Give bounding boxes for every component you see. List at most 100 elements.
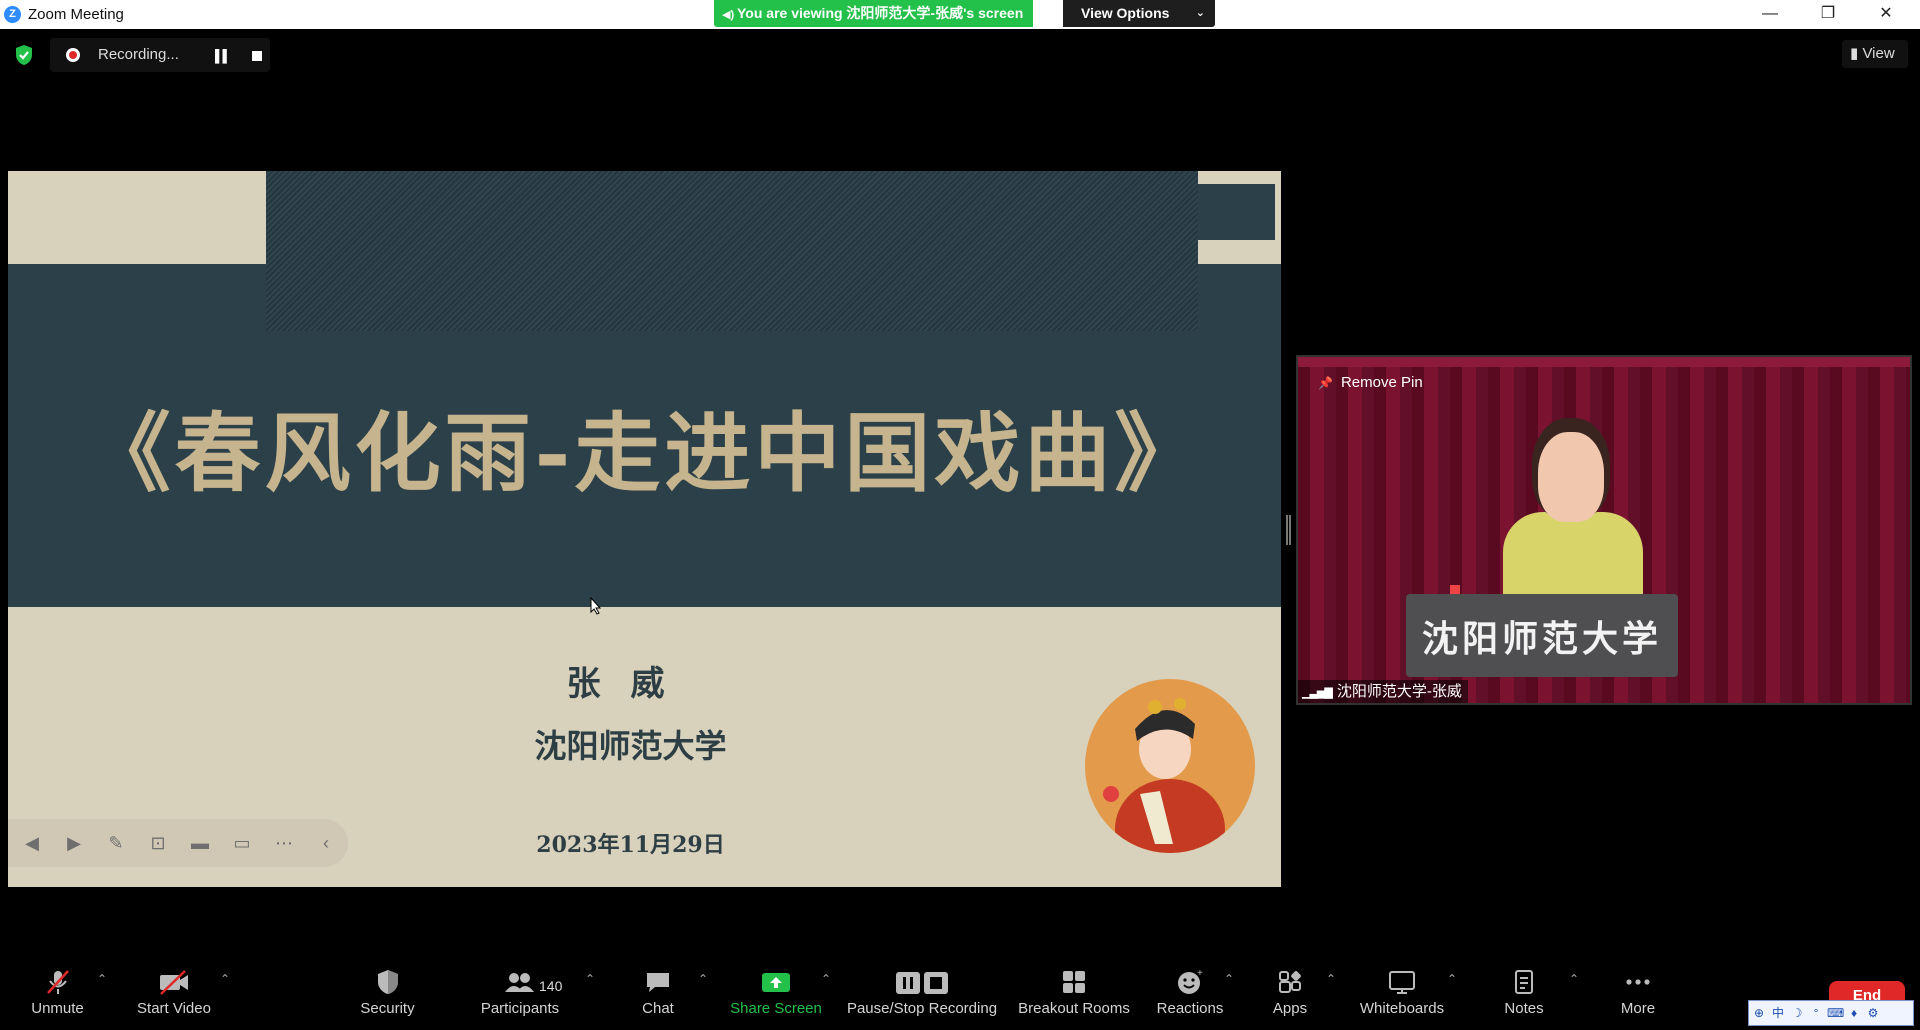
zoom-slide-icon[interactable]: ⊡	[146, 831, 170, 855]
breakout-rooms-button[interactable]: Breakout Rooms	[1012, 960, 1136, 1030]
caret-up-icon: ⌃	[585, 972, 596, 986]
close-button[interactable]: ✕	[1866, 2, 1906, 26]
whiteboard-icon	[1352, 960, 1452, 1000]
apps-icon	[1260, 960, 1320, 1000]
whiteboards-options-caret[interactable]: ⌃	[1438, 960, 1457, 1030]
slide-title: 《春风化雨-走进中国戏曲》	[84, 403, 1205, 504]
notes-options-caret[interactable]: ⌃	[1560, 960, 1580, 1030]
participant-name-tag: ▁▃▅▇ 沈阳师范大学-张威	[1298, 680, 1468, 703]
unmute-button[interactable]: Unmute	[20, 960, 95, 1030]
caret-up-icon: ⌃	[1569, 972, 1580, 986]
collapse-icon[interactable]: ‹	[314, 831, 338, 855]
participants-button[interactable]: 140 Participants	[470, 960, 570, 1030]
participant-count: 140	[539, 978, 563, 994]
apps-label: Apps	[1272, 1000, 1308, 1017]
slide-university: 沈阳师范大学	[534, 727, 727, 765]
zoom-logo-icon: Z	[4, 6, 21, 23]
shield-icon	[350, 960, 425, 1000]
share-options-caret[interactable]: ⌃	[812, 960, 832, 1030]
pinned-video-tile[interactable]: 📌 Remove Pin 沈阳师范大学 ▁▃▅▇ 沈阳师范大学-张威	[1296, 355, 1912, 705]
caret-up-icon: ⌃	[1326, 972, 1337, 986]
apps-button[interactable]: Apps	[1260, 960, 1320, 1030]
pause-recording-icon[interactable]: ▌▌	[215, 49, 231, 63]
notes-label: Notes	[1504, 1000, 1544, 1017]
pen-icon[interactable]: ✎	[104, 831, 128, 855]
ime-punctuation-icon[interactable]: °	[1808, 1005, 1824, 1021]
ellipsis-icon	[1608, 960, 1668, 1000]
start-video-label: Start Video	[137, 1000, 211, 1017]
breakout-rooms-label: Breakout Rooms	[1018, 1000, 1130, 1017]
whiteboards-label: Whiteboards	[1359, 1000, 1445, 1017]
whiteboards-button[interactable]: Whiteboards	[1352, 960, 1452, 1030]
signal-bars-icon: ▁▃▅▇	[1302, 687, 1333, 699]
participants-options-caret[interactable]: ⌃	[576, 960, 596, 1030]
remove-pin-button[interactable]: 📌 Remove Pin	[1318, 374, 1423, 391]
unmute-label: Unmute	[31, 1000, 84, 1017]
speaker-icon: ◀)	[722, 9, 735, 21]
ime-moon-icon[interactable]: ☽	[1789, 1005, 1805, 1021]
ime-settings-icon[interactable]: ⚙	[1865, 1005, 1881, 1021]
podium-text: 沈阳师范大学	[1421, 618, 1662, 660]
speaker-body	[1503, 512, 1643, 602]
ime-keyboard-icon[interactable]: ⌨	[1827, 1005, 1844, 1021]
notes-icon	[1495, 960, 1553, 1000]
more-label: More	[1620, 1000, 1656, 1017]
previous-slide-icon[interactable]: ◀	[20, 831, 44, 855]
shared-screen: 《春风化雨-走进中国戏曲》 张威 沈阳师范大学 2023年11月29日 ◀ ▶ …	[8, 171, 1281, 887]
ime-chinese-mode-icon[interactable]: 中	[1770, 1005, 1786, 1021]
pause-stop-recording-label: Pause/Stop Recording	[846, 1000, 998, 1017]
more-options-icon[interactable]: ⋯	[272, 831, 296, 855]
reactions-options-caret[interactable]: ⌃	[1215, 960, 1235, 1030]
security-button[interactable]: Security	[350, 960, 425, 1030]
view-options-button[interactable]: View Options ⌄	[1063, 0, 1215, 27]
chevron-down-icon: ⌄	[1195, 7, 1205, 19]
slide-controls: ◀ ▶ ✎ ⊡ ▬ ▭ ⋯ ‹	[8, 819, 348, 867]
camera-icon[interactable]: ▬	[188, 831, 212, 855]
notes-button[interactable]: Notes	[1495, 960, 1553, 1030]
people-icon: 140	[470, 960, 570, 1000]
chat-options-caret[interactable]: ⌃	[689, 960, 708, 1030]
recording-indicator: Recording... ▌▌	[50, 38, 270, 72]
caret-up-icon: ⌃	[821, 972, 832, 986]
speaker-head	[1538, 432, 1604, 522]
stop-recording-icon[interactable]	[252, 51, 262, 61]
pause-stop-recording-button[interactable]: Pause/Stop Recording	[842, 960, 1002, 1030]
recording-dot-icon	[66, 48, 80, 62]
ime-logo-icon[interactable]: ⊕	[1751, 1005, 1767, 1021]
subtitles-icon[interactable]: ▭	[230, 831, 254, 855]
recording-label: Recording...	[98, 46, 179, 63]
svg-text:+: +	[1197, 968, 1203, 979]
ime-toolbar[interactable]: ⊕ 中 ☽ ° ⌨ ♦ ⚙	[1748, 1000, 1914, 1026]
mouse-cursor-icon	[590, 597, 602, 615]
chat-button[interactable]: Chat	[628, 960, 688, 1030]
view-button[interactable]: ▮ View	[1842, 40, 1908, 68]
caret-up-icon: ⌃	[1224, 972, 1235, 986]
viewing-banner-text: You are viewing 沈阳师范大学-张威's screen	[737, 5, 1024, 21]
next-slide-icon[interactable]: ▶	[62, 831, 86, 855]
slide-presenter-name: 张威	[566, 664, 695, 704]
slide-decor-top-left	[8, 171, 266, 264]
viewing-banner: ◀) You are viewing 沈阳师范大学-张威's screen	[714, 0, 1034, 27]
audio-options-caret[interactable]: ⌃	[88, 960, 108, 1030]
more-button[interactable]: More	[1608, 960, 1668, 1030]
apps-options-caret[interactable]: ⌃	[1317, 960, 1337, 1030]
maximize-button[interactable]: ❐	[1808, 2, 1848, 26]
split-divider-handle[interactable]	[1286, 515, 1291, 545]
minimize-button[interactable]: —	[1750, 2, 1790, 26]
start-video-button[interactable]: Start Video	[130, 960, 218, 1030]
shield-check-icon[interactable]	[14, 44, 34, 66]
chat-label: Chat	[642, 1000, 674, 1017]
video-options-caret[interactable]: ⌃	[211, 960, 231, 1030]
grid-icon	[1012, 960, 1136, 1000]
window-title: Zoom Meeting	[28, 6, 124, 23]
remove-pin-label: Remove Pin	[1340, 374, 1423, 391]
share-screen-button[interactable]: Share Screen	[726, 960, 826, 1030]
security-label: Security	[360, 1000, 415, 1017]
caret-up-icon: ⌃	[97, 972, 108, 986]
chat-bubble-icon	[628, 960, 688, 1000]
share-screen-label: Share Screen	[730, 1000, 822, 1017]
title-bar: Z Zoom Meeting ◀) You are viewing 沈阳师范大学-…	[0, 0, 1920, 29]
caret-up-icon: ⌃	[220, 972, 231, 986]
ime-mic-icon[interactable]: ♦	[1846, 1005, 1862, 1021]
mic-muted-icon	[20, 960, 95, 1000]
